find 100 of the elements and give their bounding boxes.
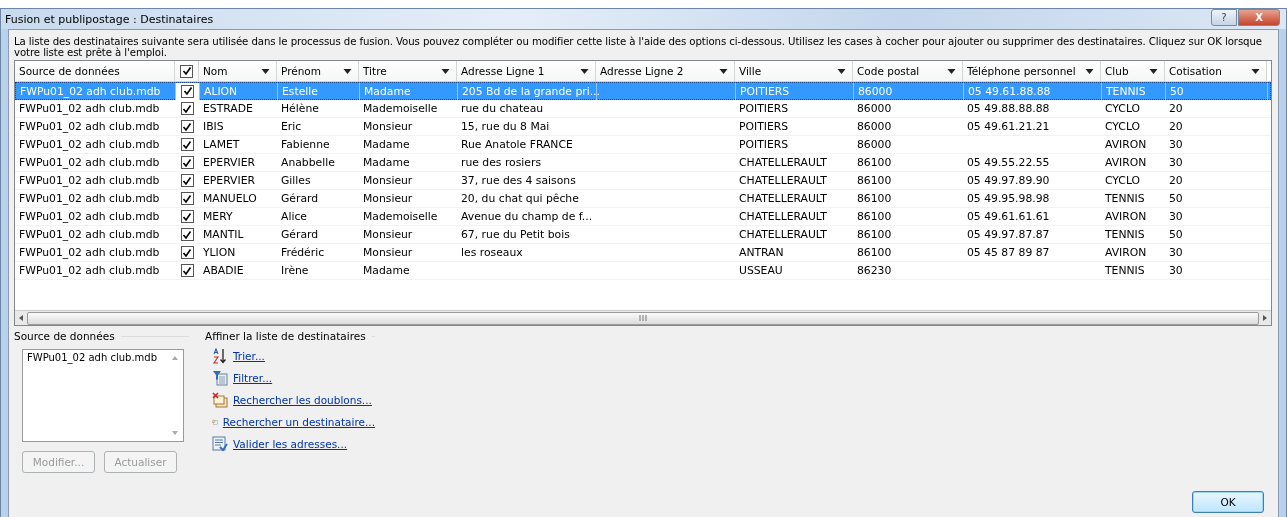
table-cell: Mademoiselle — [363, 210, 438, 223]
dropdown-arrow-icon[interactable] — [1251, 68, 1260, 74]
table-row[interactable]: FWPu01_02 adh club.mdb IBIS Eric Monsieur 15, rue du 8 Mai POITIERS 86000 05 49.61.21.21 CYCLO 20 — [15, 118, 1271, 136]
table-cell: Gérard — [281, 228, 319, 241]
column-header[interactable]: Prénom — [277, 61, 359, 81]
column-header[interactable]: Téléphone personnel — [963, 61, 1101, 81]
dropdown-arrow-icon[interactable] — [343, 68, 352, 74]
table-cell: POITIERS — [740, 84, 790, 98]
link[interactable]: Filtrer... — [233, 372, 273, 384]
table-cell: 67, rue du Petit bois — [461, 228, 570, 241]
table-cell: FWPu01_02 adh club.mdb — [19, 228, 160, 241]
dropdown-arrow-icon[interactable] — [947, 68, 956, 74]
table-cell: Mademoiselle — [363, 102, 438, 115]
row-checkbox[interactable] — [180, 228, 194, 241]
row-checkbox[interactable] — [180, 156, 194, 169]
dropdown-arrow-icon[interactable] — [441, 68, 450, 74]
dropdown-arrow-icon[interactable] — [719, 68, 728, 74]
table-cell: 20 — [1169, 174, 1183, 187]
table-cell: CHATELLERAULT — [739, 174, 827, 187]
table-cell: 86100 — [857, 210, 892, 223]
table-cell: 86230 — [857, 264, 892, 277]
table-cell: Monsieur — [363, 174, 413, 187]
table-row[interactable]: FWPu01_02 adh club.mdb MANUELO Gérard Monsieur 20, du chat qui pêche CHATELLERAULT 86100 05 49.95.98.98 TENNIS 50 — [15, 190, 1271, 208]
select-all-checkbox[interactable] — [180, 64, 193, 78]
table-cell: 86000 — [858, 84, 893, 98]
table-cell: 05 49.95.98.98 — [967, 192, 1050, 205]
table-cell: AVIRON — [1105, 246, 1147, 259]
table-cell: 86100 — [857, 228, 892, 241]
table-cell: Frédéric — [281, 246, 325, 259]
table-cell: MERY — [203, 210, 233, 223]
scroll-left-icon[interactable] — [19, 315, 23, 321]
table-row[interactable]: FWPu01_02 adh club.mdb LAMET Fabienne Madame Rue Anatole FRANCE POITIERS 86000 AVIRON 30 — [15, 136, 1271, 154]
column-header[interactable]: Club — [1101, 61, 1165, 81]
scroll-right-icon[interactable] — [1263, 315, 1267, 321]
column-header[interactable]: Source de données — [15, 61, 175, 81]
link[interactable]: Valider les adresses... — [233, 438, 348, 450]
link[interactable]: Trier... — [233, 350, 265, 362]
table-row[interactable]: FWPu01_02 adh club.mdb YLION Frédéric Monsieur les roseaux ANTRAN 86100 05 45 87 89 87 AVIRON 30 — [15, 244, 1271, 262]
row-checkbox[interactable] — [180, 138, 194, 151]
table-cell: YLION — [203, 246, 236, 259]
table-row[interactable]: FWPu01_02 adh club.mdb EPERVIER Anabbelle Madame rue des rosiers CHATELLERAULT 86100 05 49.55.22.55 AVIRON 30 — [15, 154, 1271, 172]
table-cell: EPERVIER — [203, 156, 255, 169]
table-cell: les roseaux — [461, 246, 523, 259]
table-cell: Alice — [281, 210, 307, 223]
column-header[interactable]: Cotisation — [1165, 61, 1267, 81]
dropdown-arrow-icon[interactable] — [1149, 68, 1158, 74]
table-row[interactable]: FWPu01_02 adh club.mdb EPERVIER Gilles Monsieur 37, rue des 4 saisons CHATELLERAULT 86100 05 49.97.89.90 CYCLO 20 — [15, 172, 1271, 190]
row-checkbox[interactable] — [180, 264, 194, 277]
table-cell: MANTIL — [203, 228, 244, 241]
table-cell: AVIRON — [1105, 138, 1147, 151]
column-header[interactable]: Code postal — [853, 61, 963, 81]
column-header[interactable]: Titre — [359, 61, 457, 81]
row-checkbox[interactable] — [180, 192, 194, 205]
table-row[interactable]: FWPu01_02 adh club.mdb MERY Alice Mademoiselle Avenue du champ de f... CHATELLERAULT 86100 05 49.61.61.61 AVIRON 30 — [15, 208, 1271, 226]
table-row[interactable]: FWPu01_02 adh club.mdb ESTRADE Hélène Mademoiselle rue du chateau POITIERS 86000 05 49.88.88.88 CYCLO 20 — [15, 100, 1271, 118]
sort-icon — [212, 348, 228, 364]
table-cell: 30 — [1169, 156, 1183, 169]
dropdown-arrow-icon[interactable] — [1085, 68, 1094, 74]
table-cell: 05 45 87 89 87 — [967, 246, 1050, 259]
table-cell: 50 — [1169, 192, 1183, 205]
row-checkbox[interactable] — [180, 174, 194, 187]
row-checkbox[interactable] — [180, 120, 194, 133]
list-item[interactable]: FWPu01_02 adh club.mdb — [27, 352, 163, 363]
row-checkbox[interactable] — [180, 102, 194, 115]
table-cell: USSEAU — [739, 264, 783, 277]
validate-icon — [212, 436, 228, 452]
header-checkbox-cell[interactable] — [175, 61, 199, 81]
row-checkbox[interactable] — [180, 210, 194, 223]
dropdown-arrow-icon[interactable] — [261, 68, 270, 74]
table-cell: FWPu01_02 adh club.mdb — [20, 84, 161, 98]
table-cell: 86100 — [857, 174, 892, 187]
help-button[interactable]: ? — [1211, 9, 1237, 26]
table-cell: Madame — [363, 156, 410, 169]
table-row[interactable]: FWPu01_02 adh club.mdb MANTIL Gérard Monsieur 67, rue du Petit bois CHATELLERAULT 86100 05 49.97.87.87 TENNIS 50 — [15, 226, 1271, 244]
table-cell: EPERVIER — [203, 174, 255, 187]
table-cell: Anabbelle — [281, 156, 335, 169]
column-header[interactable]: Adresse Ligne 1 — [457, 61, 596, 81]
table-cell: 20 — [1169, 102, 1183, 115]
table-cell: Avenue du champ de f... — [461, 210, 593, 223]
table-cell: CHATELLERAULT — [739, 192, 827, 205]
dropdown-arrow-icon[interactable] — [837, 68, 846, 74]
data-source-list[interactable]: FWPu01_02 adh club.mdb — [22, 349, 184, 442]
table-cell: Madame — [363, 138, 410, 151]
table-cell: 86100 — [857, 192, 892, 205]
ok-button[interactable]: OK — [1192, 491, 1264, 513]
table-cell: MANUELO — [203, 192, 257, 205]
table-cell: FWPu01_02 adh club.mdb — [19, 102, 160, 115]
column-header[interactable]: Ville — [735, 61, 853, 81]
dropdown-arrow-icon[interactable] — [580, 68, 589, 74]
link[interactable]: Rechercher un destinataire... — [222, 416, 375, 428]
table-row[interactable]: FWPu01_02 adh club.mdb ABADIE Irène Madame USSEAU 86230 TENNIS 30 — [15, 262, 1271, 280]
table-cell: 05 49.88.88.88 — [967, 102, 1050, 115]
column-header[interactable]: Adresse Ligne 2 — [596, 61, 735, 81]
row-checkbox[interactable] — [181, 84, 194, 98]
table-cell: FWPu01_02 adh club.mdb — [19, 174, 160, 187]
column-header[interactable]: Nom — [199, 61, 277, 81]
table-cell: Rue Anatole FRANCE — [461, 138, 573, 151]
link[interactable]: Rechercher les doublons... — [233, 394, 372, 406]
row-checkbox[interactable] — [180, 246, 194, 259]
table-cell: Madame — [363, 264, 410, 277]
